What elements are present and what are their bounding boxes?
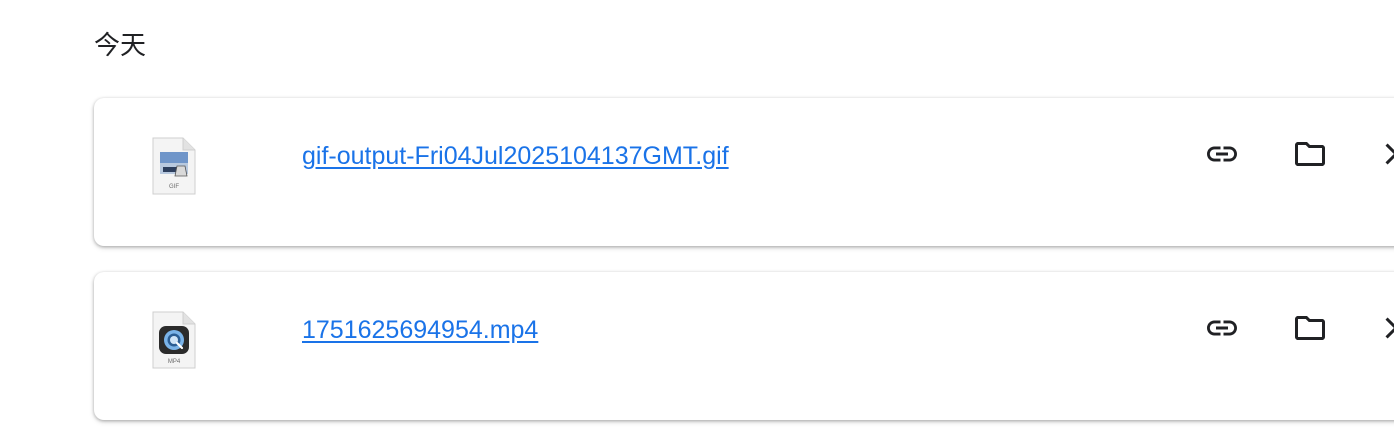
file-name-link[interactable]: 1751625694954.mp4 <box>302 314 538 346</box>
copy-link-button[interactable] <box>1204 136 1240 172</box>
close-icon <box>1385 143 1394 165</box>
file-name-link[interactable]: gif-output-Fri04Jul2025104137GMT.gif <box>302 140 729 172</box>
link-icon <box>1207 146 1237 162</box>
show-in-folder-button[interactable] <box>1292 136 1328 172</box>
link-icon <box>1207 320 1237 336</box>
download-item: MP4 1751625694954.mp4 <box>94 272 1394 420</box>
close-icon <box>1385 317 1394 339</box>
section-title-today: 今天 <box>94 31 147 61</box>
remove-button[interactable] <box>1378 136 1394 172</box>
folder-icon <box>1295 316 1325 340</box>
gif-file-icon: GIF <box>151 136 197 196</box>
gif-type-label: GIF <box>169 184 179 190</box>
mp4-file-icon: MP4 <box>151 310 197 370</box>
mp4-type-label: MP4 <box>168 359 181 365</box>
show-in-folder-button[interactable] <box>1292 310 1328 346</box>
remove-button[interactable] <box>1378 310 1394 346</box>
copy-link-button[interactable] <box>1204 310 1240 346</box>
folder-icon <box>1295 142 1325 166</box>
download-item: GIF gif-output-Fri04Jul2025104137GMT.gif <box>94 98 1394 246</box>
downloads-page: 今天 GIF gif-output-Fri04Jul2025104137GMT.… <box>0 0 1394 430</box>
